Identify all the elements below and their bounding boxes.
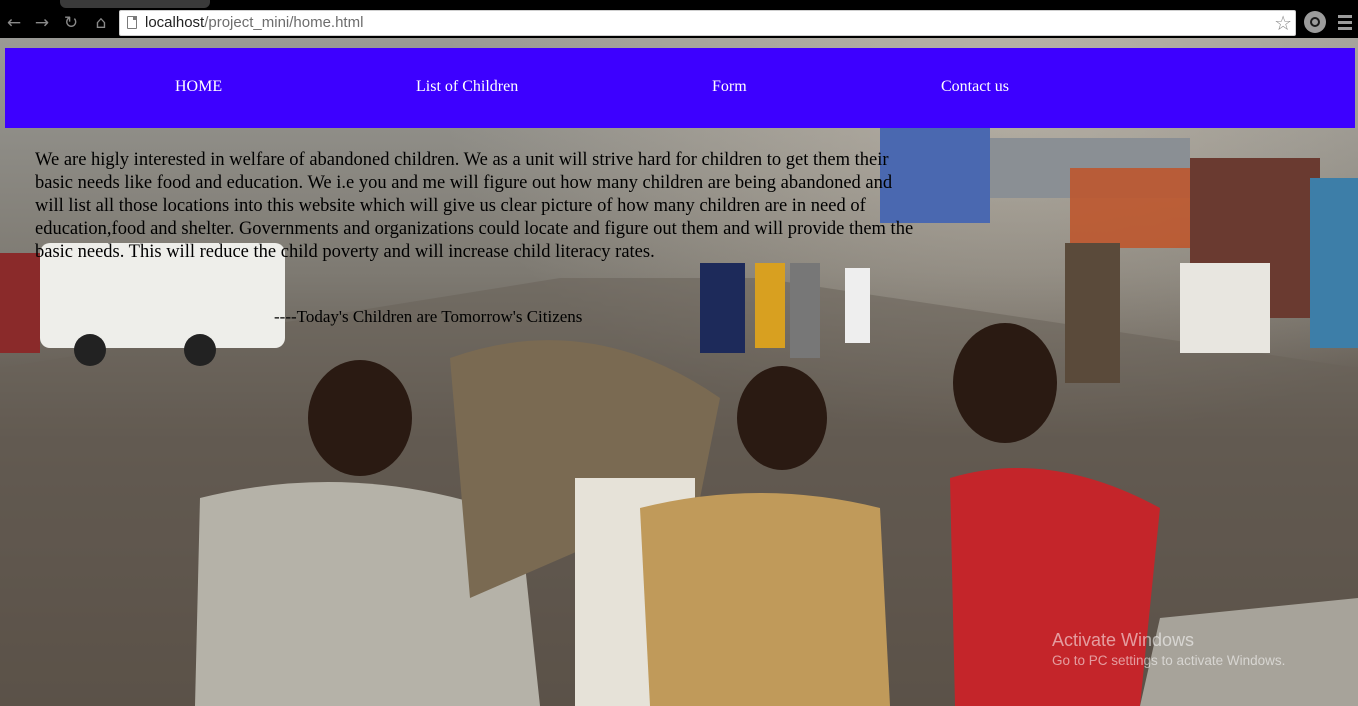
activate-windows-watermark: Activate Windows Go to PC settings to ac…	[1052, 630, 1285, 668]
watermark-title: Activate Windows	[1052, 630, 1195, 650]
back-icon[interactable]: ←	[2, 11, 26, 35]
nav-contact-us[interactable]: Contact us	[941, 78, 1009, 96]
nav-form[interactable]: Form	[712, 78, 747, 96]
reload-icon[interactable]: ↻	[59, 11, 83, 35]
star-icon[interactable]: ☆	[1274, 11, 1292, 35]
extension-icon[interactable]	[1304, 11, 1326, 33]
address-bar[interactable]: localhost/project_mini/home.html ☆	[119, 10, 1296, 36]
nav-home[interactable]: HOME	[175, 78, 222, 96]
main-navbar: HOME List of Children Form Contact us	[5, 48, 1355, 128]
menu-icon[interactable]	[1338, 13, 1352, 33]
tagline: ----Today's Children are Tomorrow's Citi…	[274, 307, 583, 326]
browser-tab[interactable]	[60, 0, 210, 8]
watermark-subtitle: Go to PC settings to activate Windows.	[1052, 653, 1286, 668]
browser-toolbar: ← → ↻ ⌂ localhost/project_mini/home.html…	[0, 8, 1358, 38]
url-host: localhost	[145, 14, 205, 31]
intro-paragraph: We are higly interested in welfare of ab…	[35, 150, 914, 262]
url-path: /project_mini/home.html	[204, 14, 364, 31]
nav-list-of-children[interactable]: List of Children	[416, 78, 518, 96]
background-photo	[0, 128, 1358, 706]
page-icon	[127, 16, 137, 29]
url-text[interactable]: localhost/project_mini/home.html	[145, 14, 363, 31]
forward-icon[interactable]: →	[30, 11, 54, 35]
page-viewport: HOME List of Children Form Contact us We…	[0, 38, 1358, 706]
home-icon[interactable]: ⌂	[89, 11, 113, 35]
browser-tab-strip	[0, 0, 1358, 8]
